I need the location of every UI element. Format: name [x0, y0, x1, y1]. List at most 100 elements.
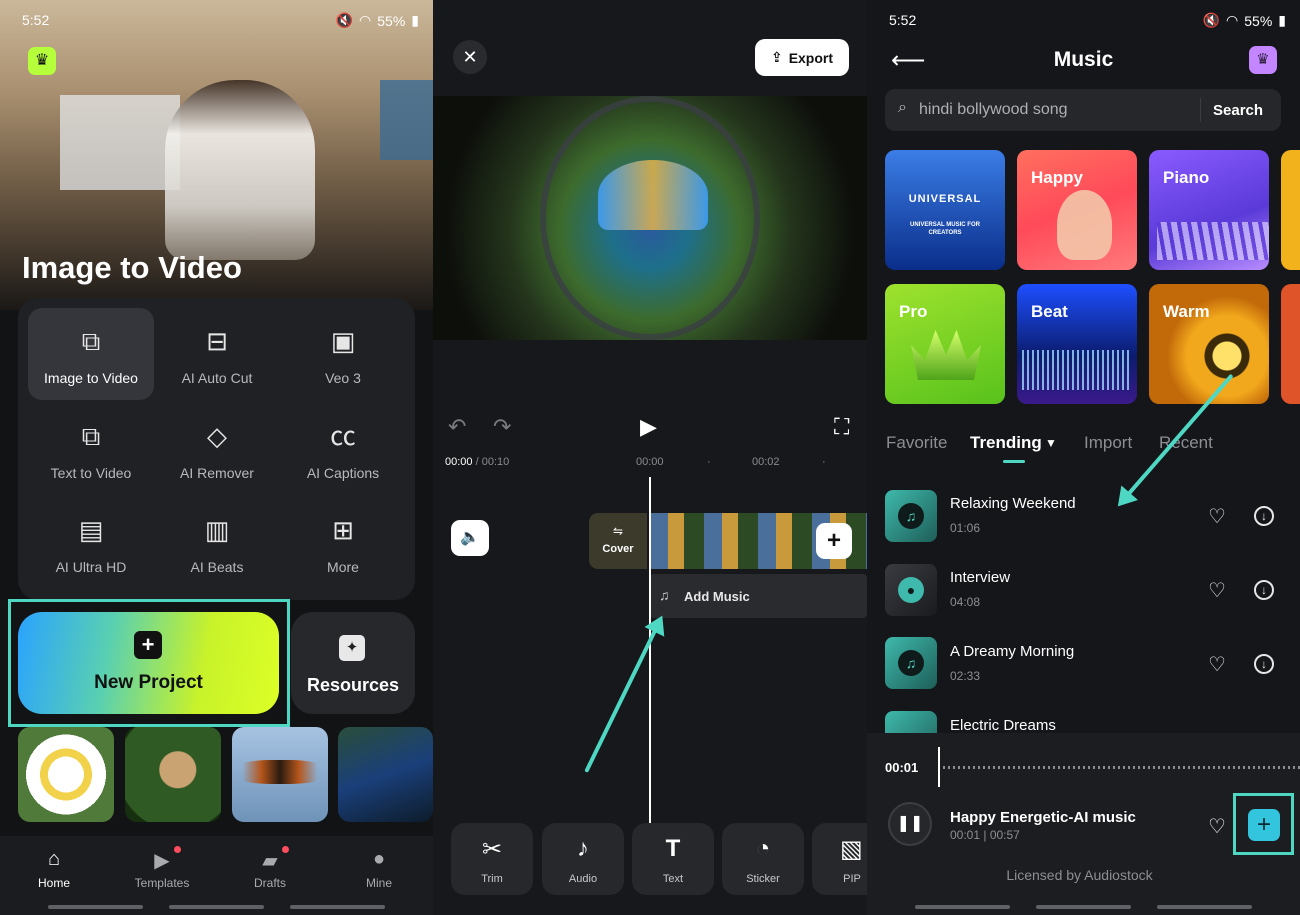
close-button[interactable]: ✕ — [453, 40, 487, 74]
pip-icon: ▧ — [840, 836, 863, 863]
drafts-badge — [282, 846, 289, 853]
toolbar-trim[interactable]: ✂ Trim — [451, 823, 533, 895]
tool-veo-3[interactable]: ▣ Veo 3 — [280, 308, 406, 400]
tab-underline — [1003, 460, 1025, 463]
nav-label: Drafts — [253, 876, 286, 890]
category-more-peek[interactable] — [1281, 150, 1300, 270]
gesture-bar — [915, 905, 1010, 909]
heart-icon[interactable]: ♡ — [1208, 652, 1226, 677]
music-note-icon: ♪ — [577, 835, 589, 862]
upload-icon: ⇪ — [770, 49, 783, 65]
cover-button[interactable] — [589, 513, 647, 569]
tool-ai-beats[interactable]: ▥ AI Beats — [154, 497, 280, 589]
nav-label: Templates — [134, 876, 190, 890]
battery-icon: ▮ — [1278, 12, 1286, 28]
tool-ai-ultra-hd[interactable]: ▤ AI Ultra HD — [28, 497, 154, 589]
toolbar-label: Sticker — [746, 873, 780, 885]
toolbar-audio[interactable]: ♪ Audio — [542, 823, 624, 895]
status-time: 5:52 — [22, 12, 50, 28]
hero-wall-decor — [380, 80, 433, 160]
resources-button[interactable] — [291, 612, 415, 714]
player-playhead[interactable] — [938, 747, 940, 787]
category-universal[interactable] — [885, 150, 1005, 270]
track-name[interactable]: Interview — [950, 569, 1010, 586]
thumb-daisy[interactable] — [18, 727, 114, 822]
waveform-shape — [1022, 350, 1132, 390]
tab-favorite[interactable]: Favorite — [886, 433, 947, 453]
tool-ai-remover[interactable]: ◇ AI Remover — [154, 403, 280, 495]
tool-label: AI Remover — [180, 465, 254, 481]
toolbar-text[interactable]: T Text — [632, 823, 714, 895]
redo-icon[interactable]: ↷ — [493, 414, 511, 440]
nav-templates[interactable]: ▶ Templates — [122, 848, 202, 890]
tab-trending[interactable]: Trending — [970, 433, 1042, 453]
search-icon: ⌕ — [898, 99, 907, 116]
thumb-peacock[interactable] — [338, 727, 433, 822]
playhead[interactable] — [649, 477, 651, 823]
heart-icon[interactable]: ♡ — [1208, 504, 1226, 529]
search-button[interactable]: Search — [1213, 102, 1263, 119]
ruler-dot: · — [822, 456, 826, 468]
chevron-down-icon[interactable]: ▼ — [1045, 436, 1057, 450]
universal-logo-sub: UNIVERSAL MUSIC FOR CREATORS — [910, 222, 980, 236]
hero-title: Image to Video — [22, 250, 242, 285]
wifi-icon: ◠ — [1226, 12, 1239, 28]
ruler-dot: · — [707, 456, 711, 468]
export-label: Export — [788, 49, 834, 66]
fullscreen-icon[interactable]: ⛶ — [834, 414, 849, 440]
mute-icon: 🔇 — [335, 12, 354, 28]
beats-icon: ▥ — [204, 515, 230, 545]
thumb-snail[interactable] — [125, 727, 221, 822]
track-name[interactable]: Relaxing Weekend — [950, 495, 1076, 512]
tool-label: AI Beats — [190, 559, 244, 575]
add-music-track[interactable] — [650, 574, 867, 618]
nav-home[interactable]: ⌂ Home — [14, 848, 94, 890]
play-icon[interactable]: ▶ — [640, 414, 657, 440]
undo-icon[interactable]: ↶ — [448, 414, 466, 440]
export-button[interactable]: ⇪ Export — [755, 39, 849, 76]
battery-level: 55% — [377, 12, 406, 29]
toolbar-label: Audio — [568, 873, 598, 885]
player-track-time: 00:01 | 00:57 — [950, 828, 1020, 842]
battery-icon: ▮ — [411, 12, 419, 28]
toolbar-pip[interactable]: ▧ PIP — [812, 823, 867, 895]
nav-mine[interactable]: ● Mine — [339, 848, 419, 890]
nav-drafts[interactable]: ▰ Drafts — [230, 848, 310, 890]
music-note-icon: ♫ — [898, 650, 924, 676]
track-name[interactable]: Electric Dreams — [950, 717, 1056, 734]
tool-image-to-video[interactable]: ⧉ Image to Video — [28, 308, 154, 400]
download-icon[interactable]: ↓ — [1254, 506, 1274, 526]
tool-label: AI Auto Cut — [181, 370, 253, 386]
crown-icon[interactable]: ♛ — [1249, 46, 1277, 74]
category-more-peek[interactable] — [1281, 284, 1300, 404]
add-clip-button[interactable]: + — [816, 523, 852, 559]
heart-icon[interactable]: ♡ — [1208, 814, 1226, 839]
download-icon[interactable]: ↓ — [1254, 654, 1274, 674]
time-current: 00:00 — [445, 456, 473, 468]
player-waveform[interactable] — [943, 766, 1300, 769]
tool-ai-auto-cut[interactable]: ⊟ AI Auto Cut — [154, 308, 280, 400]
profile-icon: ● — [372, 848, 386, 870]
nav-label: Mine — [365, 876, 392, 890]
mute-audio-button[interactable]: 🔈 — [451, 520, 489, 556]
image-to-video-icon: ⧉ — [81, 326, 101, 356]
tab-import[interactable]: Import — [1084, 433, 1132, 453]
heart-icon[interactable]: ♡ — [1208, 578, 1226, 603]
pause-button[interactable]: ❚❚ — [888, 802, 932, 846]
tool-more[interactable]: ⊞ More — [280, 497, 406, 589]
tool-ai-captions[interactable]: ㏄ AI Captions — [280, 403, 406, 495]
tool-label: Image to Video — [44, 370, 138, 386]
track-name[interactable]: A Dreamy Morning — [950, 643, 1074, 660]
speaker-icon: 🔈 — [460, 529, 480, 546]
toolbar-sticker[interactable]: ◔ Sticker — [722, 823, 804, 895]
ruler-tick: 00:00 — [636, 456, 664, 468]
tool-text-to-video[interactable]: ⧉ Text to Video — [28, 403, 154, 495]
butterfly-shape — [233, 760, 327, 784]
crown-icon[interactable]: ♛ — [28, 47, 56, 75]
search-input[interactable] — [919, 96, 1189, 124]
download-icon[interactable]: ↓ — [1254, 580, 1274, 600]
music-note-icon: ♫ — [659, 587, 670, 603]
new-project-button[interactable] — [18, 612, 279, 714]
category-label: Warm — [1163, 302, 1210, 321]
add-to-project-button[interactable]: + — [1248, 809, 1280, 841]
